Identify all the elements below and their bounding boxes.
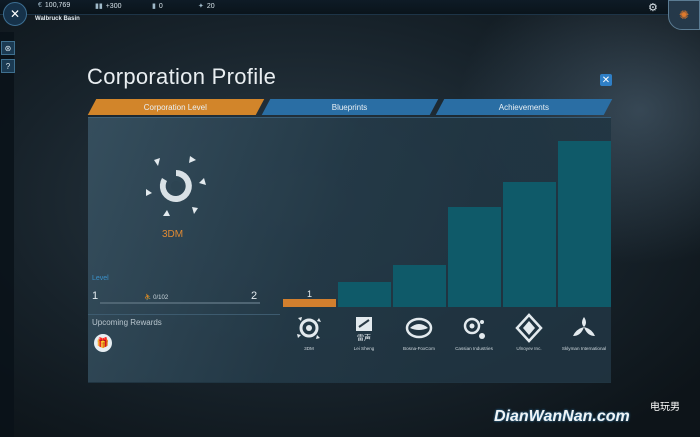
corp-3dm[interactable]: 3DM <box>282 312 336 352</box>
page-title: Corporation Profile <box>87 64 277 89</box>
cassian-industries-icon <box>458 312 490 344</box>
help-button[interactable]: ? <box>1 59 15 73</box>
population-readout: ▮▮ +300 <box>95 2 122 11</box>
player-avatar[interactable]: ✺ <box>668 0 700 30</box>
level-bar-6 <box>558 141 611 307</box>
tab-bar: Corporation Level Blueprints Achievement… <box>87 99 613 117</box>
ulnoyev-icon <box>513 312 545 344</box>
corp-cassian-industries[interactable]: Cassian Industries <box>447 312 501 352</box>
workforce-icon: ▮ <box>152 3 156 10</box>
corp-ulnoyev[interactable]: Ulnoyev Inc. <box>502 312 556 352</box>
tab-corporation-level[interactable]: Corporation Level <box>87 99 265 115</box>
main-menu-button[interactable]: ✕ <box>3 2 27 26</box>
xp-readout: ⛹ 0/102 <box>144 295 169 301</box>
bosna-foxcom-icon <box>403 312 435 344</box>
resource-readout: ✦ 20 <box>198 2 215 11</box>
question-mark-icon: ? <box>5 61 11 71</box>
3dm-emblem-icon <box>146 156 206 216</box>
level-bar-4 <box>448 207 501 307</box>
level-label: Level <box>92 275 109 282</box>
sidebar-corp-button[interactable]: ⊛ <box>1 41 15 55</box>
corp-bosna-foxcom[interactable]: Bosna-FoxCom <box>392 312 446 352</box>
tab-blueprints[interactable]: Blueprints <box>261 99 439 115</box>
tab-achievements[interactable]: Achievements <box>435 99 613 115</box>
corp-sklyman[interactable]: Sklyman International <box>557 312 611 352</box>
watermark: DianWanNan.com <box>494 408 630 425</box>
current-level: 1 <box>92 290 99 302</box>
credits-icon: € <box>38 2 42 9</box>
next-level: 2 <box>251 290 258 302</box>
reward-gift-button[interactable]: 🎁 <box>94 334 112 352</box>
current-level-marker: 1 <box>307 289 313 299</box>
cross-logo-icon: ✕ <box>9 7 21 21</box>
xp-progress-track <box>100 302 260 304</box>
sklyman-icon <box>568 312 600 344</box>
people-icon: ⛹ <box>144 295 154 301</box>
level-bar-3 <box>393 265 446 307</box>
close-button[interactable]: ✕ <box>600 74 612 86</box>
resource-icon: ✦ <box>198 3 204 10</box>
location-name: Walbruck Basin <box>35 16 80 22</box>
level-bar-2 <box>338 282 391 307</box>
resource-bar: €100,769 ▮▮ +300 ▮ 0 ✦ 20 <box>0 0 700 15</box>
3dm-emblem-icon <box>293 312 325 344</box>
gift-icon: 🎁 <box>96 337 110 349</box>
level-bar-1 <box>283 299 336 307</box>
workforce-readout: ▮ 0 <box>152 2 163 11</box>
avatar-emblem-icon: ✺ <box>678 8 690 22</box>
lei-sheng-icon: 雷声 <box>348 312 380 344</box>
level-bar-5 <box>503 182 556 307</box>
watermark-cn: 电玩男 <box>650 402 680 413</box>
left-sidebar <box>0 32 14 437</box>
divider <box>88 314 280 315</box>
corp-lei-sheng[interactable]: 雷声 Lei Sheng <box>337 312 391 352</box>
svg-text:雷声: 雷声 <box>357 333 371 342</box>
corp-emblem-icon: ⊛ <box>4 43 12 53</box>
corporation-name: 3DM <box>162 229 184 240</box>
population-icon: ▮▮ <box>95 3 103 10</box>
upcoming-rewards-label: Upcoming Rewards <box>92 318 162 327</box>
credits-readout: €100,769 <box>38 2 71 9</box>
settings-gear-icon[interactable]: ⚙ <box>648 1 658 14</box>
close-icon: ✕ <box>601 74 611 86</box>
